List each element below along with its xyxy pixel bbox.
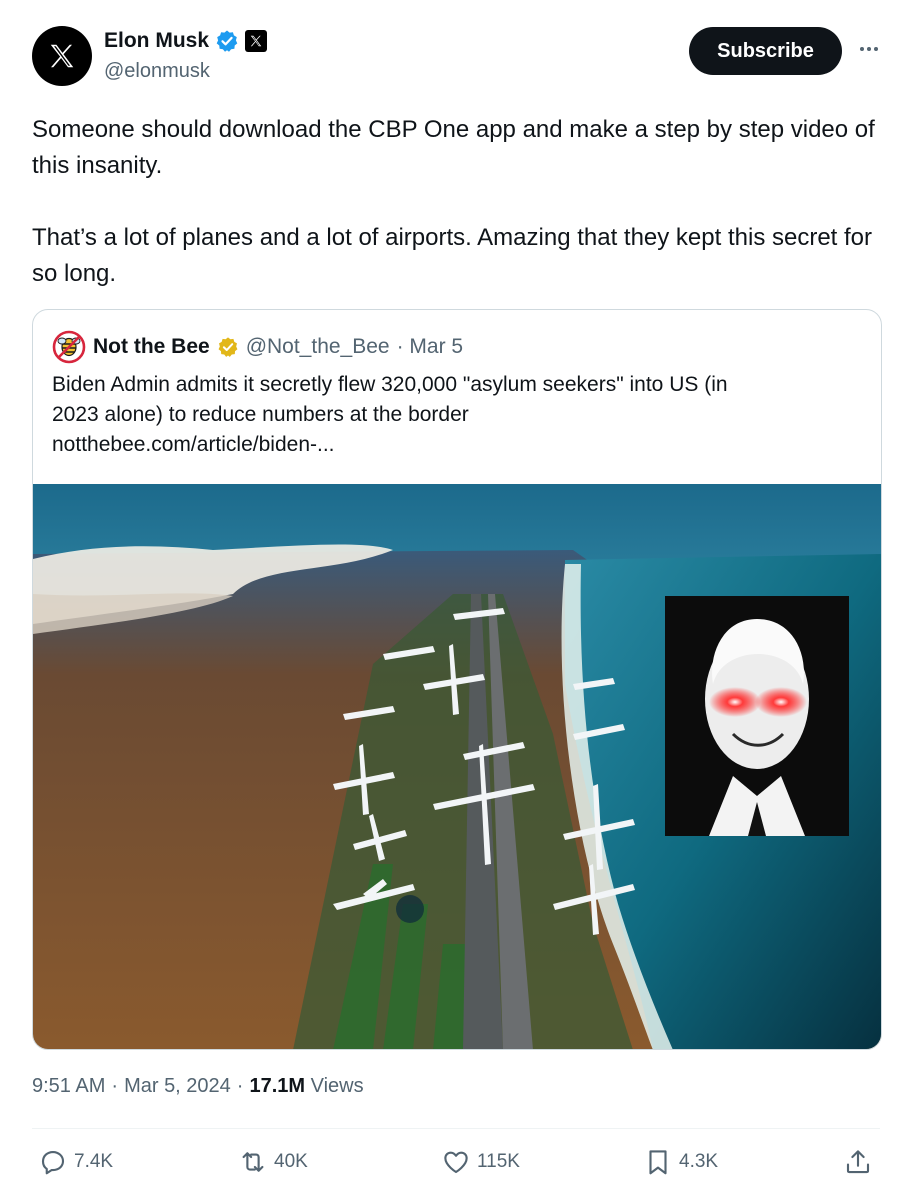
share-button[interactable] bbox=[843, 1147, 873, 1177]
quoted-date[interactable]: · Mar 5 bbox=[397, 335, 464, 359]
like-button[interactable]: 115K bbox=[441, 1147, 520, 1177]
bookmark-icon bbox=[649, 1150, 667, 1175]
quoted-author-handle[interactable]: @Not_the_Bee bbox=[246, 335, 390, 359]
repost-button[interactable]: 40K bbox=[238, 1147, 308, 1177]
quoted-text-line: 2023 alone) to reduce numbers at the bor… bbox=[52, 403, 469, 426]
quoted-link[interactable]: notthebee.com/article/biden-... bbox=[52, 430, 852, 460]
divider bbox=[32, 1128, 880, 1129]
quoted-tweet[interactable]: Not the Bee @Not_the_Bee · Mar 5 Biden A… bbox=[32, 309, 882, 1050]
like-count: 115K bbox=[477, 1151, 520, 1172]
verified-badge-icon bbox=[216, 30, 238, 52]
tweet-meta: 9:51 AM · Mar 5, 2024 · 17.1M Views bbox=[32, 1075, 364, 1098]
avatar[interactable] bbox=[32, 26, 92, 86]
repost-count: 40K bbox=[274, 1151, 308, 1172]
x-affiliation-icon[interactable] bbox=[245, 30, 268, 52]
views-label: Views bbox=[310, 1075, 364, 1097]
gold-verified-badge-icon bbox=[218, 337, 238, 357]
quoted-author-name[interactable]: Not the Bee bbox=[93, 335, 210, 359]
subscribe-button[interactable]: Subscribe bbox=[689, 27, 842, 75]
reply-icon bbox=[41, 1150, 65, 1175]
meta-separator: · bbox=[111, 1075, 119, 1097]
reply-count: 7.4K bbox=[74, 1151, 114, 1172]
quoted-image[interactable] bbox=[33, 484, 882, 1050]
quoted-text: Biden Admin admits it secretly flew 320,… bbox=[52, 370, 852, 460]
author-name[interactable]: Elon Musk bbox=[104, 29, 209, 53]
tweet-date[interactable]: Mar 5, 2024 bbox=[124, 1075, 231, 1098]
x-logo-icon bbox=[50, 44, 74, 68]
author-handle[interactable]: @elonmusk bbox=[104, 60, 210, 83]
views[interactable]: 17.1M Views bbox=[249, 1075, 363, 1098]
tweet-paragraph: That’s a lot of planes and a lot of airp… bbox=[32, 224, 873, 287]
repost-icon bbox=[242, 1152, 264, 1172]
quoted-text-line: Biden Admin admits it secretly flew 320,… bbox=[52, 373, 728, 396]
reply-button[interactable]: 7.4K bbox=[38, 1147, 113, 1177]
tweet-time[interactable]: 9:51 AM bbox=[32, 1075, 105, 1098]
bookmark-button[interactable]: 4.3K bbox=[643, 1147, 718, 1177]
bookmark-count: 4.3K bbox=[679, 1151, 719, 1172]
author-name-row: Elon Musk bbox=[104, 29, 268, 53]
action-bar: 7.4K 40K 115K 4.3K bbox=[38, 1147, 880, 1183]
not-the-bee-logo-icon[interactable] bbox=[52, 330, 86, 364]
quoted-tweet-header: Not the Bee @Not_the_Bee · Mar 5 bbox=[52, 330, 463, 364]
tweet-header: Elon Musk @elonmusk Subscribe bbox=[32, 24, 880, 90]
tweet-text: Someone should download the CBP One app … bbox=[32, 112, 880, 292]
views-count: 17.1M bbox=[249, 1075, 306, 1097]
meta-separator: · bbox=[236, 1075, 244, 1097]
more-icon[interactable] bbox=[854, 36, 884, 62]
share-icon bbox=[846, 1150, 870, 1174]
tweet-paragraph: Someone should download the CBP One app … bbox=[32, 116, 875, 179]
heart-icon bbox=[444, 1151, 468, 1174]
